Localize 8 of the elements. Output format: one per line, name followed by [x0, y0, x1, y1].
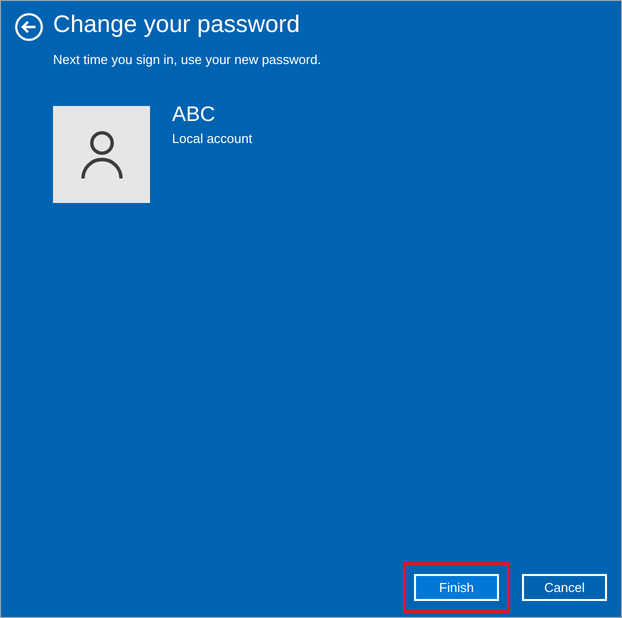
page-subtitle: Next time you sign in, use your new password.	[53, 52, 322, 68]
page-title: Change your password	[53, 11, 300, 39]
account-type: Local account	[172, 131, 252, 147]
person-icon	[80, 130, 124, 178]
primary-button[interactable]: Finish	[414, 574, 499, 601]
back-icon[interactable]	[15, 13, 43, 41]
account-name: ABC	[172, 103, 216, 127]
secondary-button[interactable]: Cancel	[522, 574, 607, 601]
